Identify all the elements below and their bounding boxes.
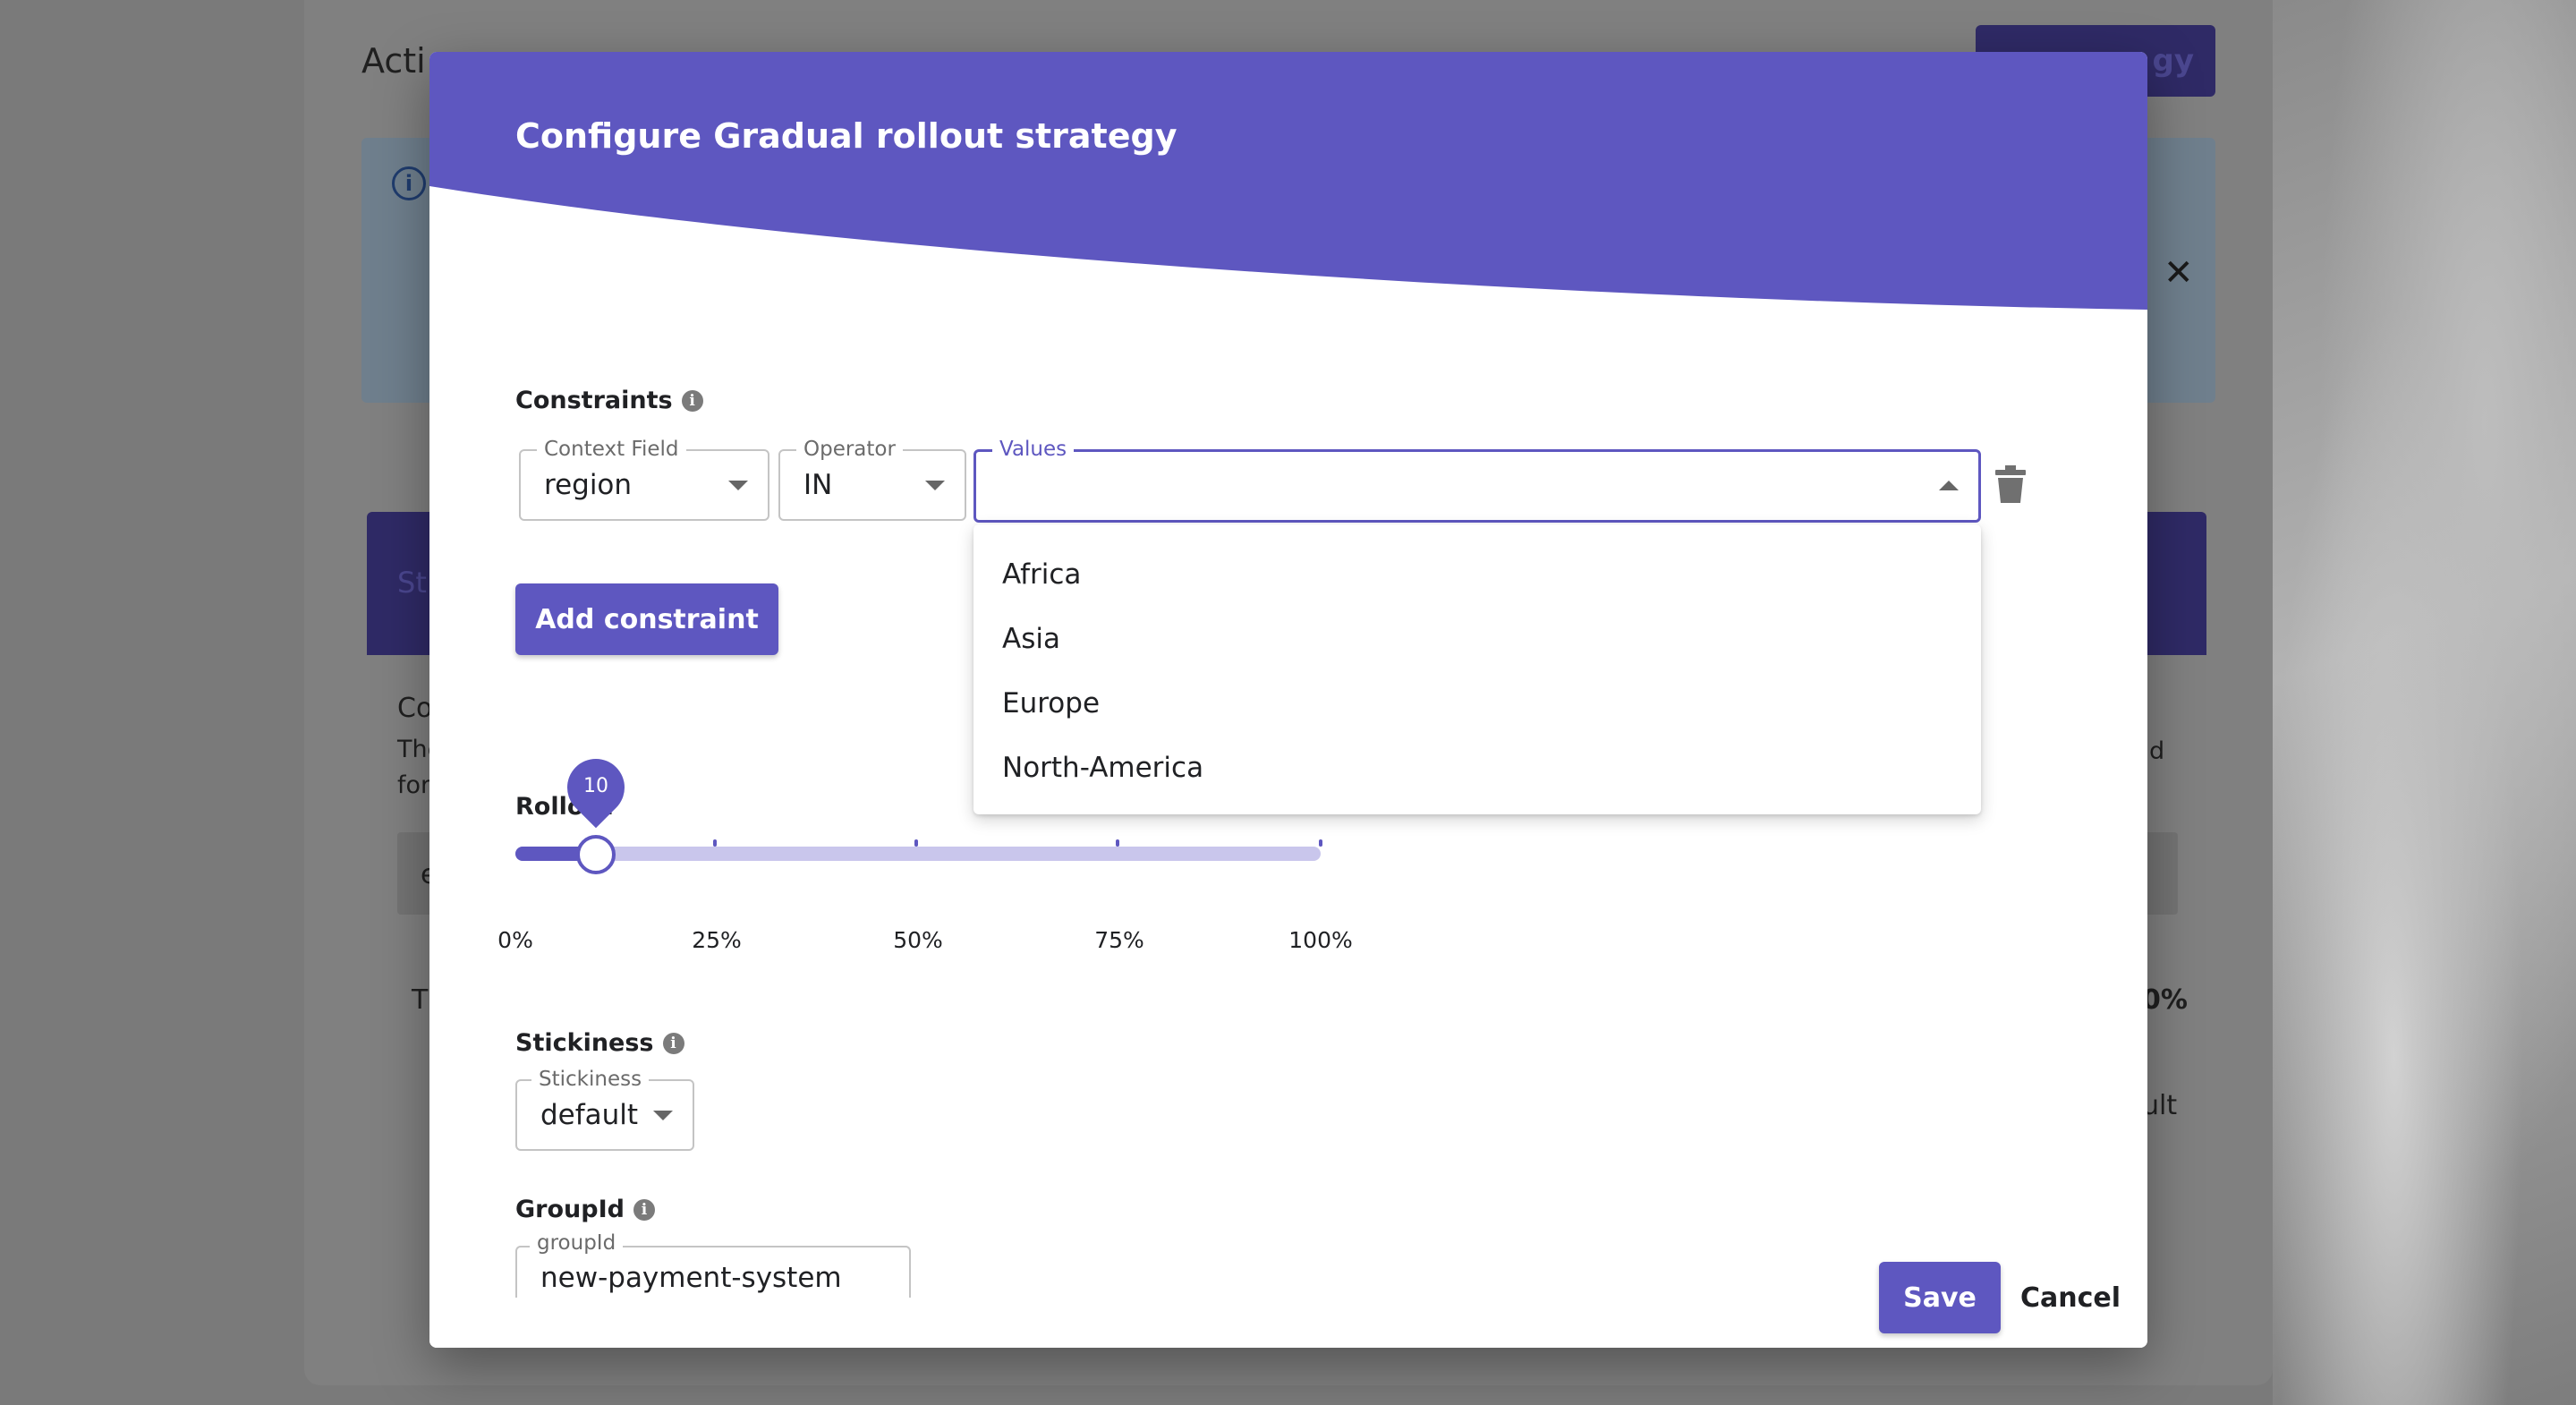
slider-mark (713, 839, 717, 847)
slider-mark (1116, 839, 1119, 847)
background-card-title: St (397, 566, 427, 600)
dialog-title: Configure Gradual rollout strategy (515, 116, 1177, 156)
stickiness-value: default (540, 1099, 639, 1131)
operator-select[interactable]: Operator IN (778, 438, 966, 521)
chevron-down-icon (925, 481, 945, 490)
groupid-label: GroupId i (515, 1196, 655, 1223)
trash-icon[interactable] (1995, 465, 2026, 503)
background-heading: Acti (361, 41, 426, 81)
slider-mark-label: 100% (1288, 927, 1353, 953)
constraints-label-text: Constraints (515, 387, 673, 414)
context-field-legend: Context Field (537, 438, 686, 461)
slider-mark-label: 50% (893, 927, 943, 953)
groupid-label-text: GroupId (515, 1196, 625, 1223)
dropdown-option-north-america[interactable]: North-America (973, 736, 1981, 800)
rollout-slider-thumb[interactable] (576, 835, 616, 874)
slider-mark (1319, 839, 1322, 847)
slider-mark-label: 75% (1094, 927, 1144, 953)
stickiness-legend: Stickiness (531, 1068, 650, 1091)
stickiness-label: Stickiness i (515, 1029, 684, 1057)
background-card-text: Co (397, 693, 433, 724)
slider-mark-label: 25% (692, 927, 742, 953)
stickiness-label-text: Stickiness (515, 1029, 654, 1057)
chevron-down-icon (653, 1111, 673, 1120)
info-icon[interactable]: i (633, 1198, 655, 1221)
stickiness-select[interactable]: Stickiness default (515, 1068, 694, 1151)
rollout-slider-rail[interactable] (515, 847, 1321, 861)
background-artwork (2273, 0, 2576, 1405)
strategy-dialog: Configure Gradual rollout strategy Const… (429, 52, 2147, 1348)
dropdown-option-asia[interactable]: Asia (973, 607, 1981, 671)
rollout-value-label: 10 (583, 775, 608, 797)
context-field-select[interactable]: Context Field region (519, 438, 769, 521)
background-info-icon: i (392, 166, 426, 200)
background-card-text: 0% (2142, 984, 2188, 1016)
groupid-value-visible[interactable]: new-payment-system (540, 1262, 842, 1294)
background-card-text: for (397, 771, 431, 799)
constraints-label: Constraints i (515, 387, 703, 414)
dropdown-option-africa[interactable]: Africa (973, 542, 1981, 607)
operator-value: IN (803, 469, 833, 501)
context-field-value: region (544, 469, 633, 501)
background-card-text: d (2149, 737, 2165, 765)
values-autocomplete[interactable]: Values (973, 438, 1981, 523)
values-dropdown: Africa Asia Europe North-America (973, 524, 1981, 814)
background-card-text: T (412, 984, 429, 1016)
groupid-legend-visible: groupId (530, 1231, 624, 1255)
values-legend: Values (992, 438, 1075, 461)
chevron-up-icon[interactable] (1939, 481, 1959, 490)
save-button[interactable]: Save (1879, 1262, 2001, 1333)
slider-mark (914, 839, 918, 847)
dropdown-option-europe[interactable]: Europe (973, 671, 1981, 736)
slider-mark-label: 0% (497, 927, 533, 953)
chevron-down-icon (728, 481, 748, 490)
cancel-button[interactable]: Cancel (2017, 1262, 2124, 1333)
operator-legend: Operator (796, 438, 903, 461)
close-icon: ✕ (2164, 252, 2194, 294)
info-icon[interactable]: i (662, 1032, 684, 1054)
info-icon[interactable]: i (681, 389, 703, 412)
dialog-header-wave (429, 52, 2147, 310)
add-constraint-button[interactable]: Add constraint (515, 583, 778, 655)
